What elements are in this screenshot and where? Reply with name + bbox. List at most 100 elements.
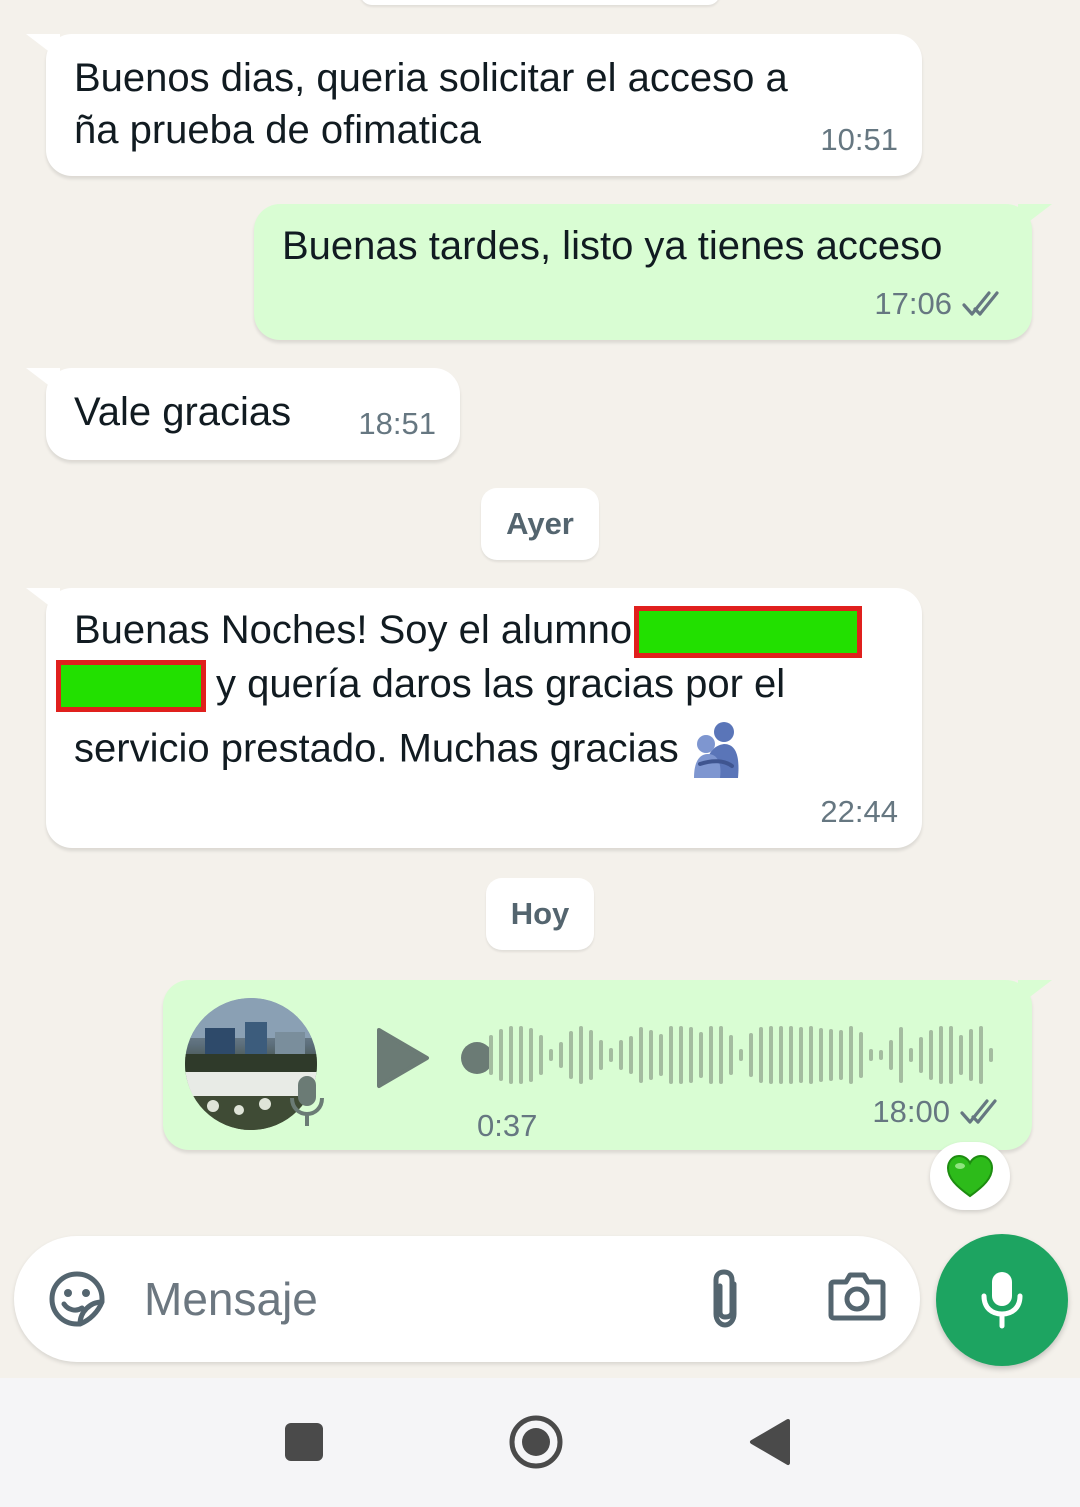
message-line: ña prueba de ofimatica [74,108,481,152]
message-time: 10:51 [820,122,898,157]
audio-waveform[interactable] [489,1020,999,1090]
waveform-bar [519,1026,523,1084]
message-incoming[interactable]: Buenos dias, queria solicitar el acceso … [26,34,922,176]
message-text: Vale gracias [74,390,292,434]
waveform-bar [489,1035,493,1075]
waveform-bar [959,1035,963,1075]
waveform-bar [869,1049,873,1061]
waveform-bar [619,1040,623,1070]
waveform-bar [849,1026,853,1084]
waveform-bar [529,1028,533,1082]
waveform-bar [659,1034,663,1076]
green-heart-emoji [946,1154,994,1198]
waveform-bar [989,1048,993,1062]
camera-icon[interactable] [828,1270,886,1322]
waveform-bar [979,1026,983,1084]
waveform-bar [929,1030,933,1080]
message-line: Buenas Noches! Soy el alumno [74,604,863,659]
home-button-icon[interactable] [508,1414,564,1470]
waveform-bar [919,1037,923,1073]
back-button-icon[interactable] [748,1418,790,1466]
message-meta: 10:51 [820,114,898,166]
waveform-bar [569,1031,573,1079]
sticker-icon[interactable] [48,1270,106,1328]
waveform-bar [679,1026,683,1084]
waveform-bar [639,1027,643,1083]
waveform-bar [559,1042,563,1068]
message-incoming[interactable]: Buenas Noches! Soy el alumno y quería da… [26,588,922,848]
waveform-bar [629,1036,633,1074]
waveform-bar [829,1029,833,1081]
waveform-bar [769,1026,773,1084]
message-text: Buenos dias, queria solicitar el acceso … [74,52,788,156]
message-line: Buenos dias, queria solicitar el acceso … [74,56,788,100]
waveform-bar [909,1048,913,1062]
message-incoming[interactable]: Vale gracias 18:51 [26,368,460,460]
message-meta: 18:00 [872,1086,1006,1138]
waveform-bar [939,1026,943,1084]
waveform-bar [749,1033,753,1077]
message-outgoing[interactable]: Buenas tardes, listo ya tienes acceso 17… [254,204,1052,340]
message-text: Buenas Noches! Soy el alumno y quería da… [56,604,863,778]
waveform-bar [549,1049,553,1061]
microphone-icon [981,1272,1023,1329]
double-check-icon [962,291,999,316]
waveform-bar [579,1026,583,1084]
waveform-bar [809,1026,813,1084]
message-time: 22:44 [820,794,898,829]
message-time: 18:51 [358,406,436,441]
waveform-bar [729,1035,733,1075]
record-voice-button[interactable] [936,1234,1068,1366]
waveform-bar [779,1026,783,1084]
waveform-bar [499,1029,503,1081]
waveform-bar [949,1026,953,1084]
message-composer[interactable]: Mensaje [14,1236,920,1362]
message-text: Buenas tardes, listo ya tienes acceso [282,224,943,268]
message-meta: 18:51 [358,398,436,450]
waveform-bar [599,1040,603,1070]
waveform-bar [819,1028,823,1082]
waveform-bar [669,1026,673,1084]
double-check-icon [960,1099,997,1124]
message-time: 17:06 [874,286,952,321]
waveform-bar [649,1030,653,1080]
message-reaction[interactable] [930,1142,1010,1210]
paperclip-icon[interactable] [704,1268,746,1330]
previous-message-edge [360,0,720,5]
waveform-bar [699,1032,703,1078]
waveform-bar [799,1027,803,1083]
message-line: servicio prestado. Muchas gracias [74,712,862,778]
waveform-bar [689,1027,693,1083]
microphone-icon [290,1076,324,1126]
waveform-bar [739,1049,743,1061]
waveform-bar [609,1048,613,1062]
date-separator: Ayer [481,488,599,560]
waveform-bar [889,1040,893,1070]
people-hugging-emoji [693,722,739,778]
waveform-bar [879,1050,883,1060]
chat-area[interactable]: Buenos dias, queria solicitar el acceso … [0,0,1080,1378]
play-icon[interactable] [375,1026,431,1090]
system-navigation-bar [0,1378,1080,1507]
waveform-bar [709,1026,713,1084]
waveform-bar [899,1027,903,1083]
recents-button-icon[interactable] [284,1422,324,1462]
waveform-bar [859,1032,863,1078]
message-input[interactable]: Mensaje [144,1272,318,1326]
waveform-bar [509,1026,513,1084]
message-meta: 17:06 [874,278,1008,330]
message-line: y quería daros las gracias por el [56,658,862,713]
waveform-bar [839,1030,843,1080]
message-time: 18:00 [872,1094,950,1129]
waveform-bar [589,1030,593,1080]
voice-duration: 0:37 [477,1108,538,1143]
waveform-bar [789,1026,793,1084]
redacted-name [56,660,206,713]
message-meta: 22:44 [820,786,898,838]
redacted-name [634,606,863,659]
waveform-bar [719,1026,723,1084]
date-separator: Hoy [486,878,594,950]
waveform-bar [969,1029,973,1081]
voice-message[interactable]: 0:37 18:00 [163,980,1052,1150]
waveform-bar [759,1027,763,1083]
